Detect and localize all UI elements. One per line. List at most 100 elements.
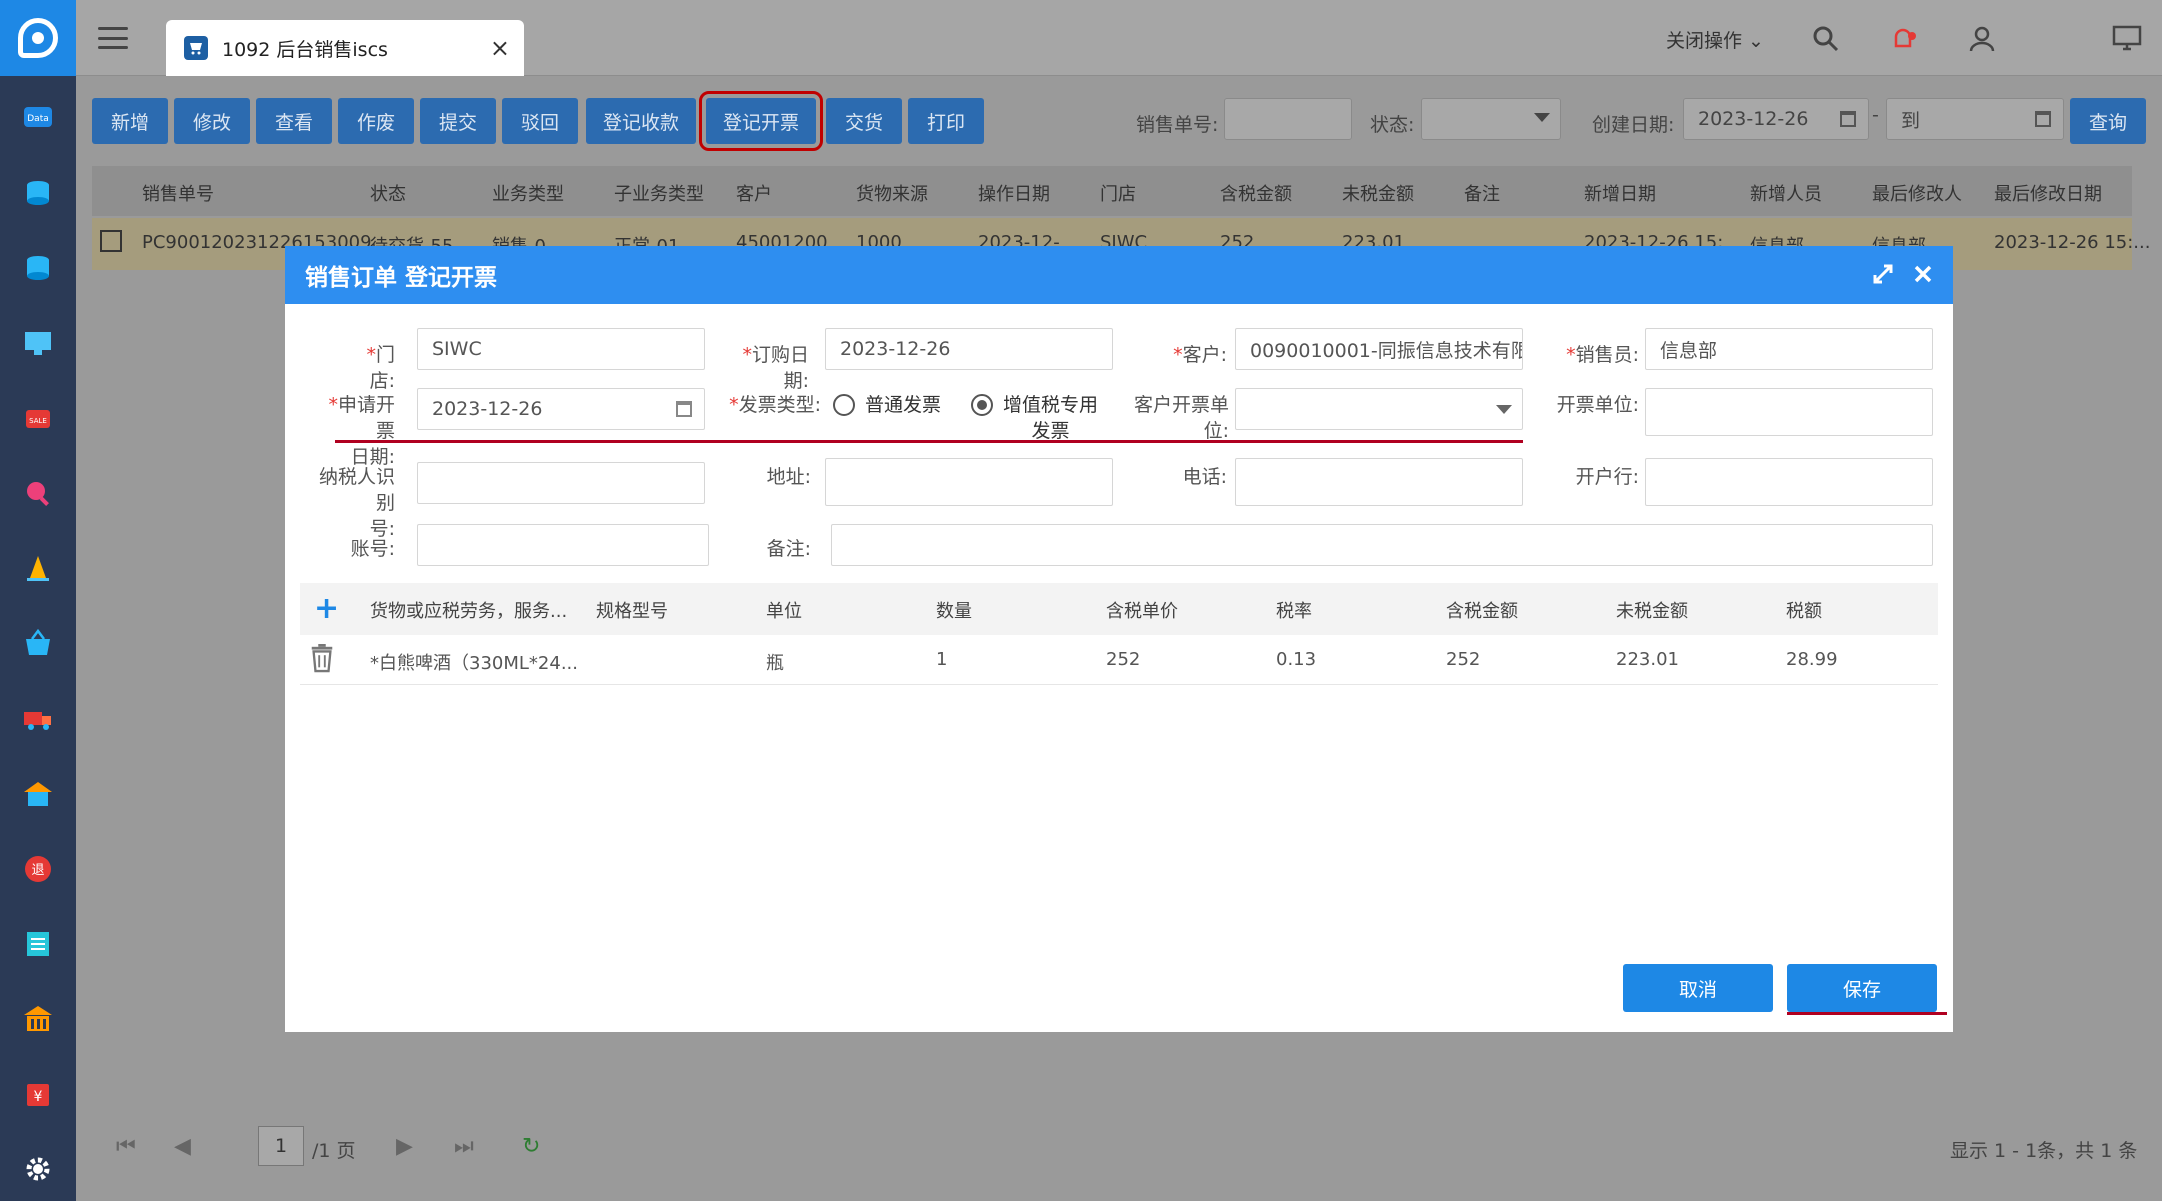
return-icon[interactable]: 退 — [19, 850, 57, 888]
date-separator: - — [1872, 104, 1879, 126]
radio-normal-invoice[interactable] — [833, 394, 855, 416]
grid-col-header[interactable]: 货物来源 — [856, 180, 928, 206]
customer-field[interactable]: 0090010001-同振信息技术有限 — [1235, 328, 1523, 370]
cone-icon[interactable] — [19, 549, 57, 587]
register-invoice-button[interactable]: 登记开票 — [699, 91, 823, 151]
grid-col-header[interactable]: 新增日期 — [1584, 180, 1656, 206]
order-date-label: *订购日期: — [742, 344, 809, 392]
calendar-icon — [2035, 111, 2051, 127]
save-button[interactable]: 保存 — [1787, 964, 1937, 1012]
add-row-icon[interactable]: + — [314, 591, 339, 626]
edit-button[interactable]: 修改 — [174, 98, 250, 144]
salesman-field[interactable]: 信息部 — [1645, 328, 1933, 370]
store-field[interactable]: SIWC — [417, 328, 705, 370]
date-to-placeholder: 到 — [1901, 109, 1921, 132]
trash-icon[interactable] — [308, 643, 336, 678]
prev-page-icon[interactable]: ◀ — [174, 1134, 191, 1159]
void-button[interactable]: 作废 — [338, 98, 414, 144]
database-icon[interactable] — [19, 174, 57, 212]
item-cell: 252 — [1446, 649, 1481, 670]
menu-toggle-icon[interactable] — [98, 27, 128, 49]
grid-col-header[interactable]: 状态 — [370, 180, 406, 206]
bank-icon[interactable] — [19, 1000, 57, 1038]
left-sidebar: Data SALE 退 ¥ — [0, 0, 76, 1201]
create-date-to-input[interactable]: 到 — [1886, 98, 2064, 140]
address-field[interactable] — [825, 458, 1113, 506]
grid-col-header[interactable]: 门店 — [1100, 180, 1136, 206]
grid-col-header[interactable]: 子业务类型 — [614, 180, 704, 206]
grid-col-header[interactable]: 销售单号 — [142, 180, 214, 206]
maximize-icon[interactable] — [1871, 262, 1895, 292]
last-page-icon[interactable]: ⏭ — [454, 1134, 474, 1159]
create-date-from-input[interactable]: 2023-12-26 — [1683, 98, 1869, 140]
account-field[interactable] — [417, 524, 709, 566]
grid-col-header[interactable]: 备注 — [1464, 180, 1500, 206]
grid-col-header[interactable]: 业务类型 — [492, 180, 564, 206]
invoice-unit-field[interactable] — [1645, 388, 1933, 436]
table-row[interactable]: *白熊啤酒（330ML*24... 瓶 1 252 0.13 252 223.0… — [300, 635, 1938, 685]
grid-col-header[interactable]: 未税金额 — [1342, 180, 1414, 206]
first-page-icon[interactable]: ⏮ — [116, 1134, 136, 1159]
data-icon[interactable]: Data — [19, 98, 57, 136]
phone-field[interactable] — [1235, 458, 1523, 506]
tax-id-field[interactable] — [417, 462, 705, 504]
list-icon[interactable] — [19, 925, 57, 963]
user-icon[interactable] — [1967, 24, 1997, 54]
deliver-button[interactable]: 交货 — [826, 98, 902, 144]
chevron-down-icon — [1534, 113, 1550, 122]
view-button[interactable]: 查看 — [256, 98, 332, 144]
notification-bell-icon[interactable] — [1888, 24, 1918, 54]
status-select[interactable] — [1421, 98, 1561, 140]
tab-close-icon[interactable]: × — [490, 34, 510, 62]
order-no-input[interactable] — [1224, 98, 1352, 140]
order-no-label: 销售单号: — [1136, 114, 1219, 136]
basket-icon[interactable] — [19, 624, 57, 662]
close-icon[interactable] — [1911, 262, 1935, 292]
apply-invoice-date-field[interactable]: 2023-12-26 — [417, 388, 705, 430]
app-logo[interactable] — [0, 0, 76, 76]
next-page-icon[interactable]: ▶ — [396, 1134, 413, 1159]
items-col-header: 未税金额 — [1616, 601, 1688, 622]
register-payment-button[interactable]: 登记收款 — [586, 98, 696, 144]
warehouse-icon[interactable] — [19, 775, 57, 813]
cancel-button[interactable]: 取消 — [1623, 964, 1773, 1012]
status-label: 状态: — [1370, 114, 1415, 136]
customer-invoice-unit-select[interactable] — [1235, 388, 1523, 430]
bank-field[interactable] — [1645, 458, 1933, 506]
print-button[interactable]: 打印 — [908, 98, 984, 144]
invoice-type-label: *发票类型: — [729, 394, 821, 416]
grid-col-header[interactable]: 含税金额 — [1220, 180, 1292, 206]
grid-col-header[interactable]: 客户 — [736, 180, 772, 206]
remark-field[interactable] — [831, 524, 1933, 566]
calendar-icon — [1840, 111, 1856, 127]
add-button[interactable]: 新增 — [92, 98, 168, 144]
search-doc-icon[interactable] — [19, 474, 57, 512]
settings-gear-icon[interactable] — [19, 1150, 57, 1188]
logo-mark — [18, 18, 58, 58]
cash-icon[interactable]: ¥ — [19, 1075, 57, 1113]
refresh-icon[interactable]: ↻ — [522, 1134, 540, 1159]
page-number-input[interactable]: 1 — [258, 1126, 304, 1166]
grid-col-header[interactable]: 新增人员 — [1750, 180, 1822, 206]
close-operations-dropdown[interactable]: 关闭操作 ⌄ — [1666, 26, 1764, 53]
grid-col-header[interactable]: 最后修改日期 — [1994, 180, 2102, 206]
search-button[interactable]: 查询 — [2070, 98, 2146, 144]
grid-col-header[interactable]: 操作日期 — [978, 180, 1050, 206]
grid-col-header[interactable]: 最后修改人 — [1872, 180, 1962, 206]
dialog-title: 销售订单 登记开票 — [305, 265, 498, 291]
truck-icon[interactable] — [19, 700, 57, 738]
order-date-field[interactable]: 2023-12-26 — [825, 328, 1113, 370]
sale-icon[interactable]: SALE — [19, 399, 57, 437]
tab-sales-iscs[interactable]: 1092 后台销售iscs × — [166, 20, 524, 76]
row-checkbox[interactable] — [100, 230, 122, 252]
reject-button[interactable]: 驳回 — [502, 98, 578, 144]
submit-button[interactable]: 提交 — [420, 98, 496, 144]
search-icon[interactable] — [1811, 24, 1841, 54]
items-col-header: 税额 — [1786, 601, 1822, 622]
radio-vat-special-invoice[interactable] — [971, 394, 993, 416]
monitor-icon[interactable] — [2092, 0, 2162, 76]
screen-icon[interactable] — [19, 324, 57, 362]
svg-text:SALE: SALE — [29, 417, 47, 425]
database-icon[interactable] — [19, 249, 57, 287]
grid-cell: 2023-12-26 15:... — [1994, 232, 2151, 253]
